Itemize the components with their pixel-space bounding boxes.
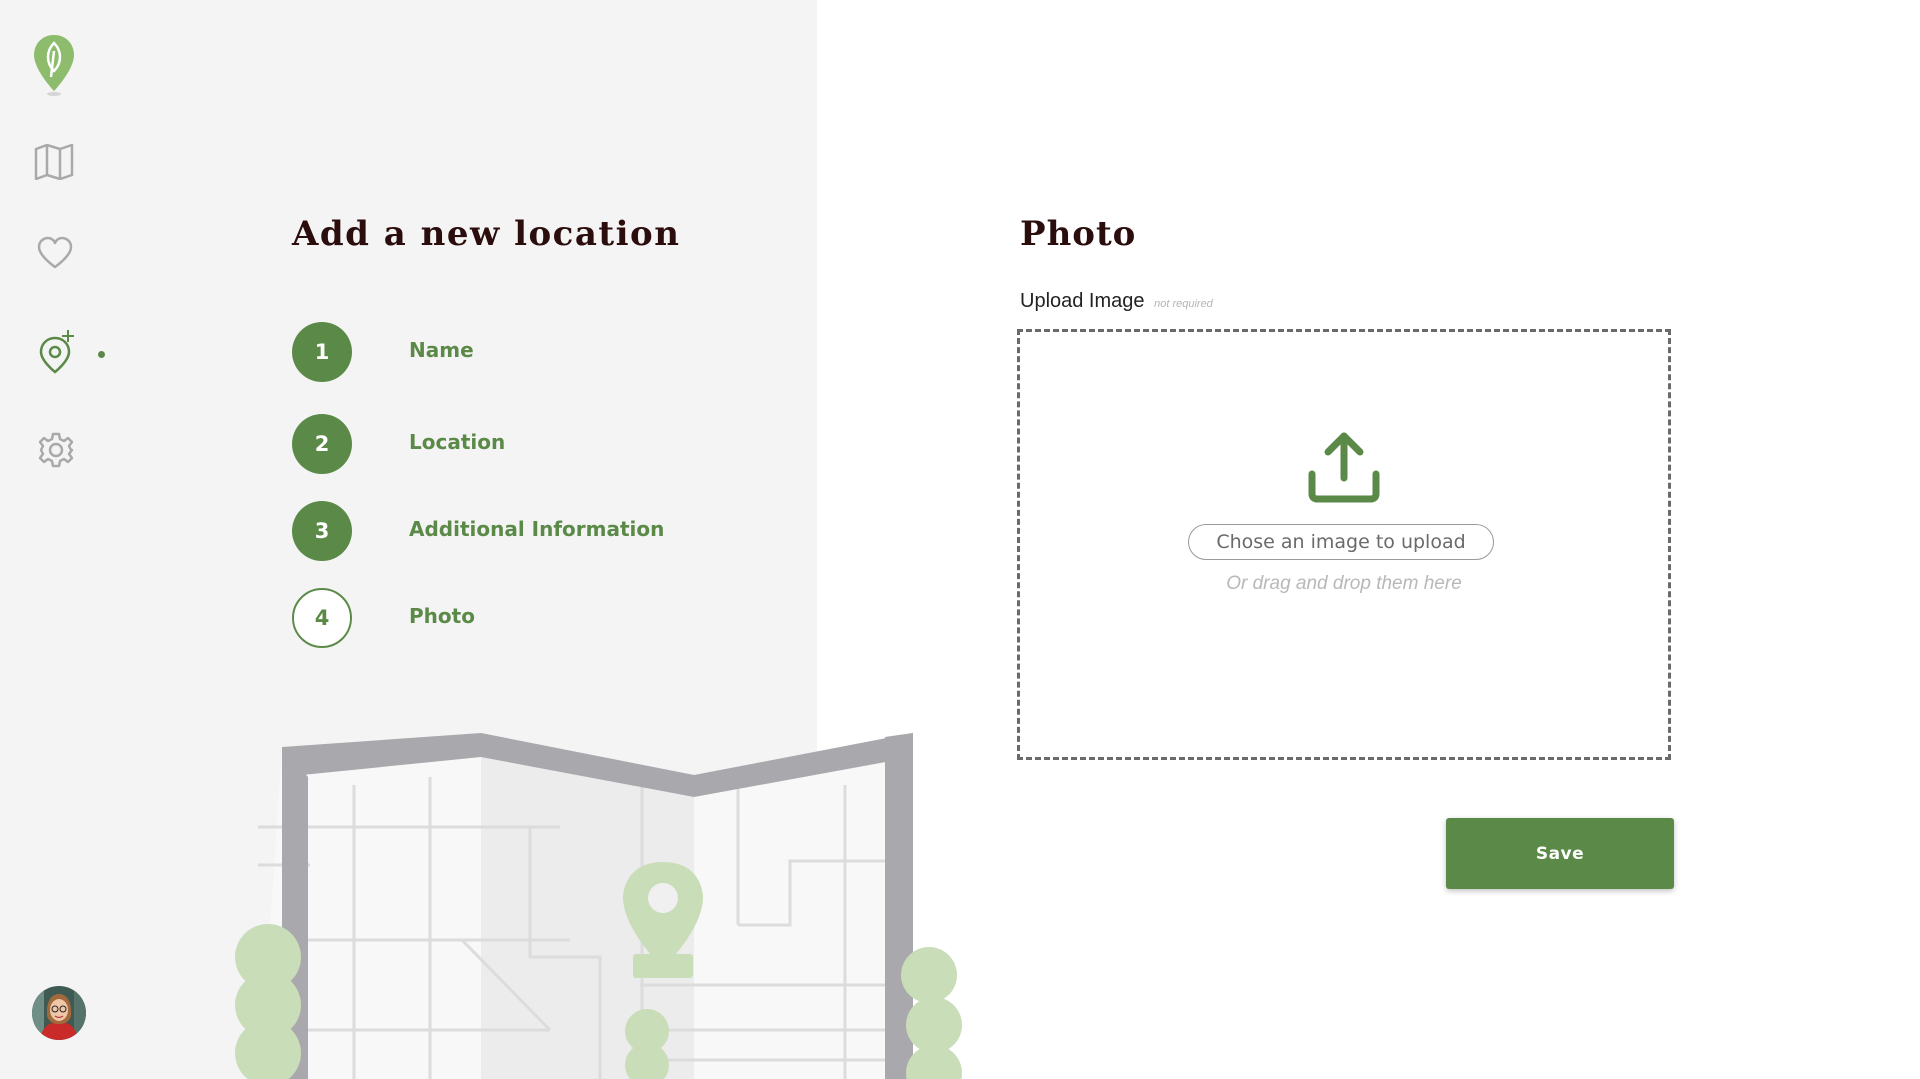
map-icon[interactable] (34, 144, 74, 180)
heart-icon[interactable] (36, 236, 74, 270)
save-button[interactable]: Save (1446, 818, 1674, 889)
image-dropzone[interactable]: Chose an image to upload Or drag and dro… (1017, 329, 1671, 760)
upload-label: Upload Image not required (1020, 290, 1213, 313)
step-label: Additional Information (409, 517, 665, 541)
user-avatar-image (32, 986, 86, 1040)
step-number: 2 (292, 414, 352, 474)
upload-label-text: Upload Image (1020, 290, 1145, 312)
page-title: Add a new location (292, 214, 681, 254)
wizard-step-location[interactable]: 2 Location (292, 414, 772, 478)
step-label: Location (409, 430, 506, 454)
map-illustration (235, 733, 962, 1079)
avatar[interactable] (32, 986, 86, 1040)
wizard-step-photo[interactable]: 4 Photo (292, 588, 772, 652)
step-label: Name (409, 338, 474, 362)
active-indicator-dot (98, 351, 105, 358)
step-number: 3 (292, 501, 352, 561)
step-label: Photo (409, 604, 475, 628)
upload-optional-hint: not required (1154, 298, 1213, 310)
left-panel: Add a new location 1 Name 2 Location 3 A… (0, 0, 962, 1079)
upload-icon (1308, 432, 1380, 503)
section-title: Photo (1020, 214, 1137, 254)
gear-icon[interactable] (38, 432, 74, 468)
drag-drop-hint: Or drag and drop them here (1226, 573, 1462, 594)
leaf-pin-logo-icon[interactable] (32, 33, 76, 97)
step-number: 4 (292, 588, 352, 648)
add-location-icon[interactable] (36, 328, 78, 374)
wizard-step-name[interactable]: 1 Name (292, 322, 772, 386)
wizard-step-additional-information[interactable]: 3 Additional Information (292, 501, 772, 565)
choose-image-button[interactable]: Chose an image to upload (1188, 524, 1494, 560)
step-number: 1 (292, 322, 352, 382)
